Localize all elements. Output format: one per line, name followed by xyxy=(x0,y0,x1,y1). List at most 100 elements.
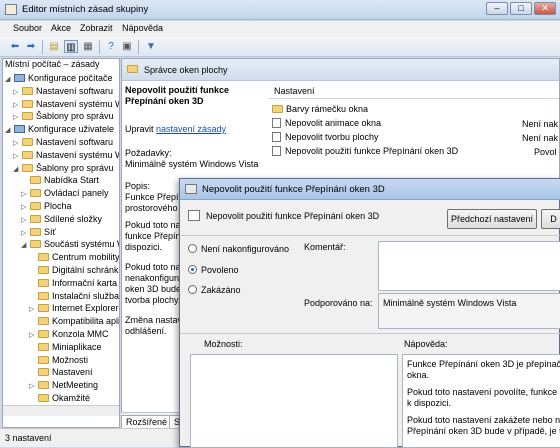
tree-item[interactable]: ▷ Nastavení softwaru xyxy=(13,85,113,98)
folder-up-icon[interactable]: ▤ xyxy=(47,40,61,53)
tree-item-label: Síť xyxy=(44,226,56,237)
folder-icon xyxy=(22,150,33,159)
folder-icon xyxy=(30,214,41,223)
tree-item[interactable]: ▷ Konzola MMC xyxy=(29,328,109,341)
tree-item[interactable]: ◢Součásti systému Windows xyxy=(21,238,119,251)
supported-on-field: Minimálně systém Windows Vista xyxy=(378,293,560,329)
tree-item[interactable]: Informační karta xyxy=(29,277,117,290)
tree-item-label: Nabídka Start xyxy=(44,175,100,186)
tree-item[interactable]: ▷ Plocha xyxy=(21,200,72,213)
menu-soubor[interactable]: Soubor xyxy=(13,23,42,33)
tree-item-label: NetMeeting xyxy=(52,380,99,391)
tree-item-label: Konzola MMC xyxy=(52,329,109,339)
folder-icon xyxy=(38,394,49,402)
forward-arrow-icon[interactable]: ➡ xyxy=(24,40,38,53)
help-label: Nápověda: xyxy=(404,339,448,349)
tree-item[interactable]: ▷ Šablony pro správu xyxy=(13,110,114,123)
tree-item-label: Okamžité xyxy=(52,393,91,403)
help-panel: Funkce Přepínání oken 3D je přepínač pro… xyxy=(402,354,560,448)
tab-extended[interactable]: Rozšířené xyxy=(121,415,173,429)
toolbar: ⬅ ➡ ▤ ▥ ▦ ? ▣ ▼ xyxy=(0,37,560,57)
tree-item[interactable]: Centrum mobility xyxy=(29,251,120,264)
tree-item[interactable]: Okamžité xyxy=(29,392,90,405)
edit-policy-link[interactable]: nastavení zásady xyxy=(156,124,226,134)
folder-icon xyxy=(30,240,41,249)
menu-zobrazit[interactable]: Zobrazit xyxy=(80,23,113,33)
filter-icon[interactable]: ▼ xyxy=(144,40,158,53)
folder-icon xyxy=(30,227,41,236)
edit-policy-line: Upravit nastavení zásady xyxy=(125,124,227,134)
folder-icon xyxy=(30,189,41,198)
tree-item[interactable]: ▷Nastavení systému Windows xyxy=(13,98,119,111)
tree-item-label: Plocha xyxy=(44,201,72,211)
tree-item[interactable]: ▷ Sdílené složky xyxy=(21,213,102,226)
policy-doc-icon xyxy=(272,132,281,142)
menu-akce[interactable]: Akce xyxy=(51,23,71,33)
tree-item[interactable]: ▷ Internet Explorer xyxy=(29,302,119,315)
list-item[interactable]: Nepovolit animace okna xyxy=(272,117,381,130)
tree-horizontal-scrollbar[interactable] xyxy=(3,405,119,416)
tree-item-label: Ovládací panely xyxy=(44,188,109,199)
tree-item-label: Součásti systému Windows xyxy=(44,239,119,250)
folder-icon xyxy=(22,99,33,108)
tree-item[interactable]: Možnosti xyxy=(29,354,88,367)
policy-doc-icon xyxy=(272,118,281,128)
dialog-icon xyxy=(185,184,197,194)
folder-icon xyxy=(38,291,49,300)
column-nastaveni[interactable]: Nastavení xyxy=(274,86,315,96)
tree-item-label: Nastavení xyxy=(52,367,93,378)
export-list-icon[interactable]: ▦ xyxy=(81,40,95,53)
tree-item[interactable]: ◢ Konfigurace uživatele xyxy=(5,123,114,136)
menu-napoveda[interactable]: Nápověda xyxy=(122,23,163,33)
folder-icon xyxy=(38,253,49,262)
tree-item[interactable]: Nastavení xyxy=(29,366,93,379)
radio-button[interactable] xyxy=(188,285,197,294)
radio-not-configured[interactable]: Není nakonfigurováno xyxy=(188,244,289,254)
tree-item[interactable]: ◢ Šablony pro správu xyxy=(13,162,114,175)
supported-on-value: Minimálně systém Windows Vista xyxy=(383,298,517,308)
radio-enabled[interactable]: Povoleno xyxy=(188,265,239,275)
maximize-button[interactable]: □ xyxy=(510,2,532,15)
tree-item[interactable]: Digitální schránka xyxy=(29,264,119,277)
show-hide-tree-icon[interactable]: ▥ xyxy=(64,40,78,53)
list-item[interactable]: Nepovolit použití funkce Přepínání oken … xyxy=(272,145,458,158)
help-icon[interactable]: ? xyxy=(104,40,118,53)
window-title: Editor místních zásad skupiny xyxy=(22,4,149,15)
status-text: 3 nastavení xyxy=(5,433,52,443)
tree-item[interactable]: ▷Nastavení systému Windows xyxy=(13,149,119,162)
radio-button[interactable] xyxy=(188,244,197,253)
list-column-header[interactable]: Nastavení xyxy=(268,81,559,99)
policy-icon xyxy=(188,210,200,221)
next-setting-button[interactable]: D xyxy=(541,209,560,229)
tree-root[interactable]: Místní počítač – zásady xyxy=(5,59,100,71)
tree-item-label: Nastavení softwaru xyxy=(36,85,114,96)
list-item-state: Není nak xyxy=(522,119,559,129)
tree-item[interactable]: ▷ Síť xyxy=(21,226,56,239)
comment-textarea[interactable] xyxy=(378,241,560,291)
folder-icon xyxy=(272,105,283,113)
options-panel xyxy=(190,354,398,448)
list-item[interactable]: Barvy rámečku okna xyxy=(272,103,368,116)
tree-item-label: Centrum mobility xyxy=(52,252,120,263)
tree-item[interactable]: Miniaplikace xyxy=(29,341,102,354)
tree-item[interactable]: ▷ Nastavení softwaru xyxy=(13,136,113,149)
folder-icon xyxy=(38,266,49,274)
folder-icon xyxy=(38,278,49,287)
radio-button[interactable] xyxy=(188,265,197,274)
computer-icon xyxy=(14,125,25,134)
tree-item[interactable]: ▷ NetMeeting xyxy=(29,379,98,392)
tree-item[interactable]: Kompatibilita aplikací xyxy=(29,315,119,328)
tree-item-label: Šablony pro správu xyxy=(36,111,114,122)
radio-disabled[interactable]: Zakázáno xyxy=(188,285,241,295)
list-item[interactable]: Nepovolit tvorbu plochy xyxy=(272,131,379,144)
tree-item[interactable]: ◢ Konfigurace počítače xyxy=(5,72,113,85)
tree-item[interactable]: Instalační služba xyxy=(29,290,119,303)
previous-setting-button[interactable]: Předchozí nastavení xyxy=(447,209,537,229)
minimize-button[interactable]: – xyxy=(486,2,508,15)
close-button[interactable]: ✕ xyxy=(534,2,556,15)
tree-item[interactable]: Nabídka Start xyxy=(21,174,99,187)
properties-icon[interactable]: ▣ xyxy=(120,40,134,53)
tree-item[interactable]: ▷ Ovládací panely xyxy=(21,187,109,200)
tree-item-label: Internet Explorer xyxy=(52,303,119,314)
back-arrow-icon[interactable]: ⬅ xyxy=(8,40,22,53)
